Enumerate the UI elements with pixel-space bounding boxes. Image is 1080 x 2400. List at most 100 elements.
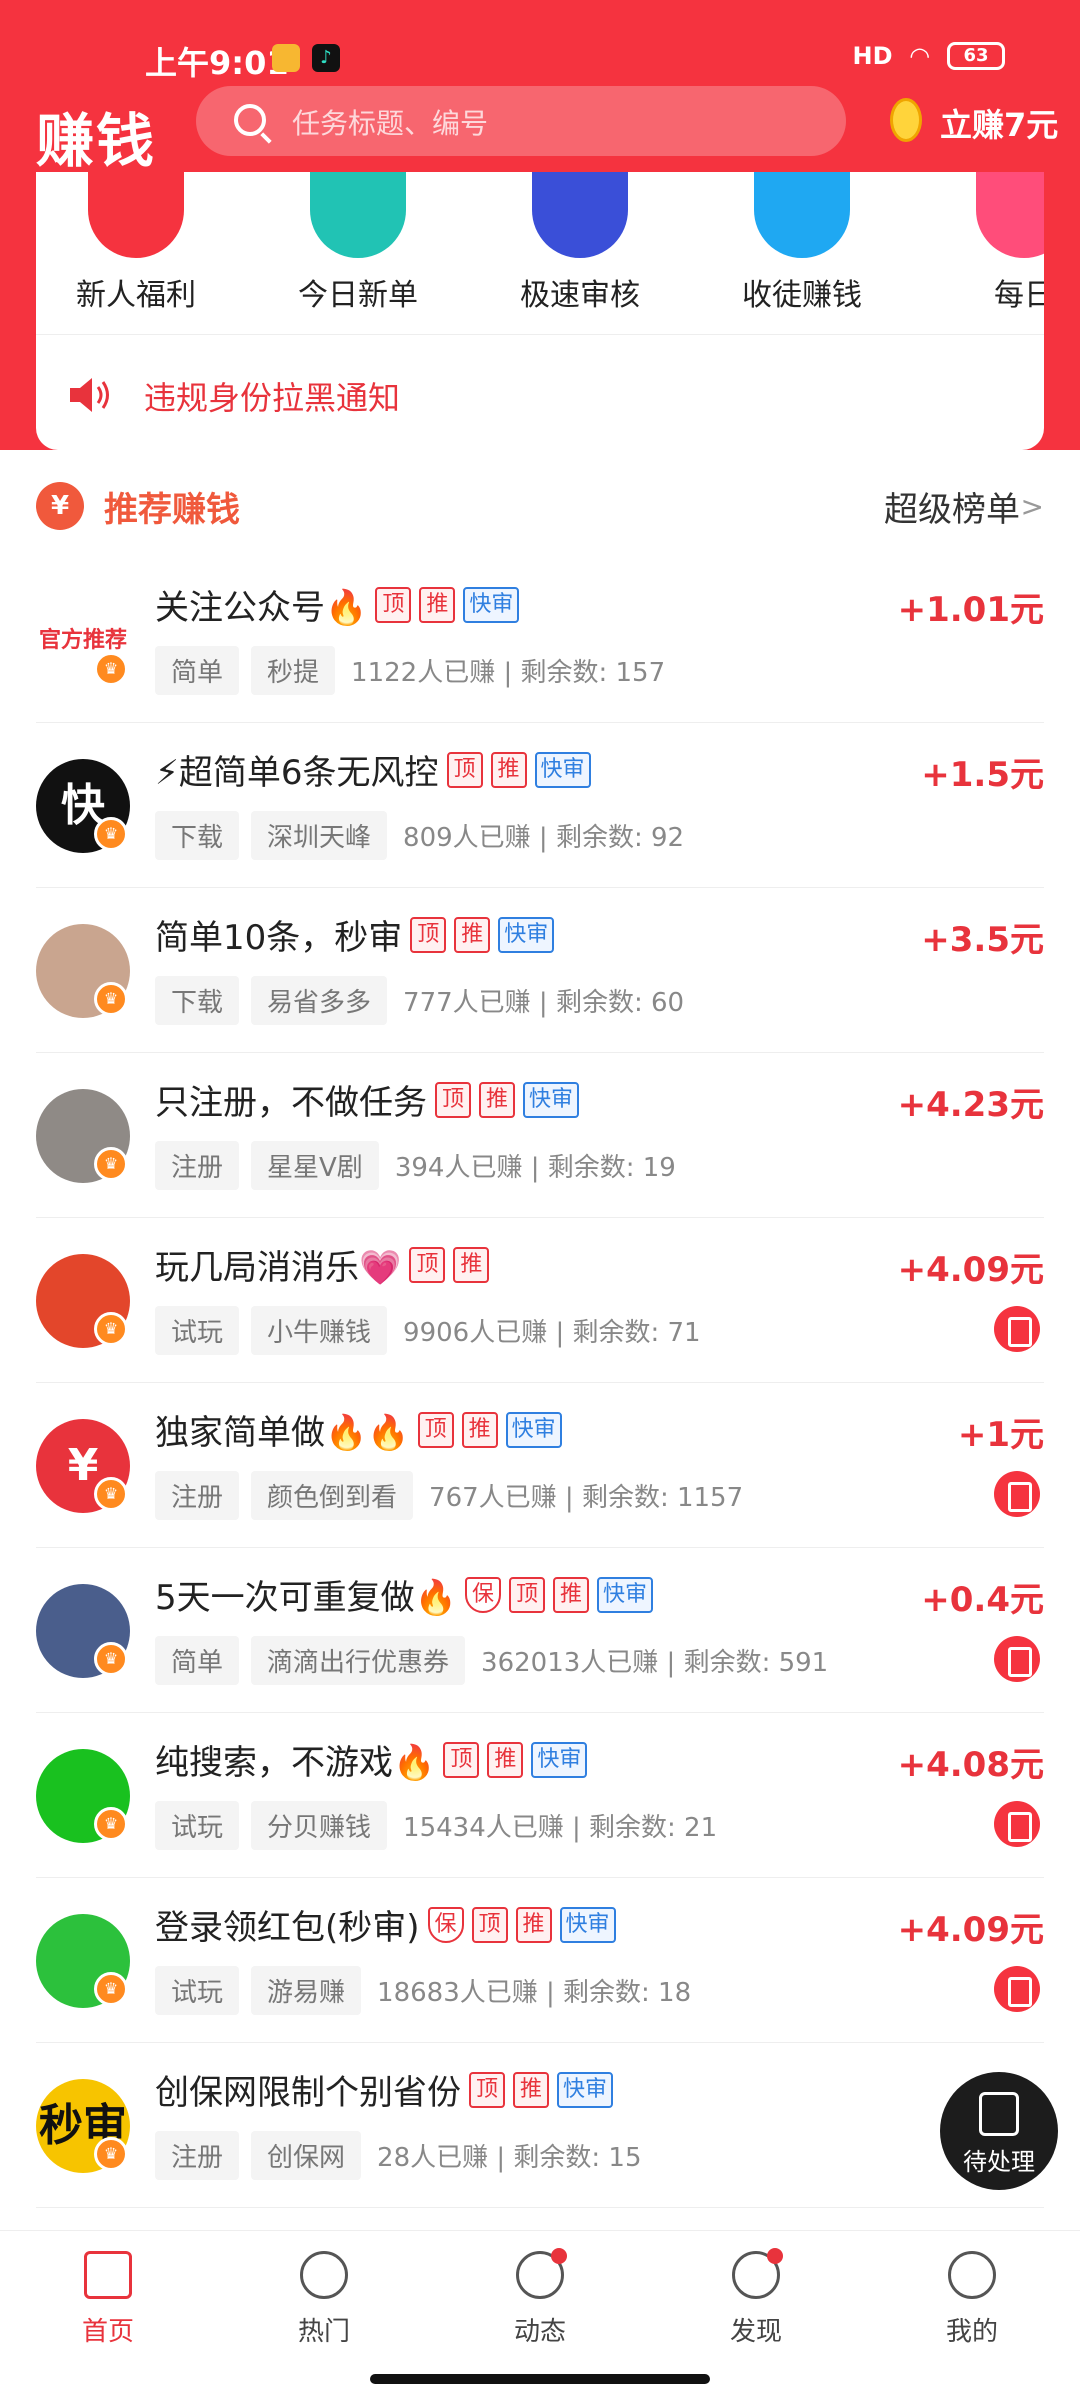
category-card: 新人福利 今日新单 极速审核 收徒赚钱 每日 违规身份拉黑通知 (36, 172, 1044, 450)
badge-recommend: 推 (552, 1576, 589, 1613)
category-2[interactable]: 今日新单 (258, 172, 458, 314)
task-type-tag: 下载 (155, 811, 240, 860)
task-reward: +0.4元 (921, 1580, 1044, 1620)
task-tags: 注册 创保网 28人已赚 | 剩余数: 15 (155, 2131, 642, 2180)
app-logo: 赚钱 (36, 107, 157, 175)
red-envelope-icon (88, 172, 184, 258)
task-title: ⚡超简单6条无风控顶推快审 (155, 745, 591, 794)
task-row[interactable]: ♛ 5天一次可重复做🔥 保顶推快审 简单 滴滴出行优惠券 362013人已赚 | 剩余数:… (0, 1548, 1080, 1713)
category-4[interactable]: 收徒赚钱 (702, 172, 902, 314)
badge-top: 顶 (435, 1081, 471, 1118)
task-tags: 简单 秒提 1122人已赚 | 剩余数: 157 (155, 646, 665, 695)
pending-button[interactable]: 待处理 (940, 2072, 1058, 2190)
task-row[interactable]: ♛ 纯搜索，不游戏🔥 顶推快审 试玩 分贝赚钱 15434人已赚 | 剩余数: 21 +4.… (0, 1713, 1080, 1878)
super-ranking-link[interactable]: 超级榜单 (884, 482, 1020, 531)
category-1[interactable]: 新人福利 (36, 172, 236, 314)
clipboard-icon[interactable] (994, 1966, 1040, 2012)
clipboard-icon[interactable] (994, 1471, 1040, 1517)
task-reward: +4.23元 (897, 1085, 1044, 1125)
search-input[interactable]: 任务标题、编号 (196, 86, 846, 156)
task-row[interactable]: 快 ♛ ⚡超简单6条无风控顶推快审 下载 深圳天峰 809人已赚 | 剩余数: 92 +1.… (0, 723, 1080, 888)
home-indicator[interactable] (370, 2374, 710, 2384)
clipboard-icon[interactable] (994, 1306, 1040, 1352)
nav-item-1[interactable]: 首页 (0, 2251, 216, 2348)
clipboard-icon[interactable] (994, 1636, 1040, 1682)
badge-recommend: 推 (513, 2071, 549, 2108)
divider (36, 2207, 1044, 2208)
task-row[interactable]: ♛ 登录领红包(秒审) 保顶推快审 试玩 游易赚 18683人已赚 | 剩余数: 18 +4… (0, 1878, 1080, 2043)
task-meta: 9906人已赚 | 剩余数: 71 (403, 1318, 701, 1348)
status-time: 上午9:01 (145, 44, 289, 82)
task-title-text: 5天一次可重复做🔥 (155, 1578, 457, 1618)
badge-quick-review: 快审 (557, 2071, 614, 2108)
task-source-tag: 游易赚 (251, 1966, 362, 2015)
nav-label: 热门 (297, 2317, 350, 2347)
nav-item-3[interactable]: 动态 (432, 2248, 648, 2348)
task-type-tag: 简单 (155, 1636, 240, 1685)
notification-app-icon (272, 44, 300, 72)
badge-quick-review: 快审 (498, 916, 555, 953)
coin-icon (890, 98, 922, 142)
nav-label: 发现 (729, 2317, 782, 2347)
section-title: 推荐赚钱 (104, 490, 240, 530)
earn-now-button[interactable]: 立赚7元 (940, 100, 1058, 146)
crown-icon: ♛ (94, 1972, 128, 2006)
category-label: 极速审核 (520, 278, 640, 313)
task-row[interactable]: 秒审 ♛ 创保网限制个别省份顶推快审 注册 创保网 28人已赚 | 剩余数: 15 (0, 2043, 1080, 2208)
badge-top: 顶 (446, 751, 483, 788)
daily-icon (976, 172, 1044, 258)
badge-quick-review: 快审 (559, 1906, 616, 1943)
crown-icon: ♛ (94, 1642, 128, 1676)
task-type-tag: 下载 (155, 976, 240, 1025)
badge-quick-review: 快审 (523, 1081, 580, 1118)
task-tags: 下载 易省多多 777人已赚 | 剩余数: 60 (155, 976, 684, 1025)
task-source-tag: 颜色倒到看 (251, 1471, 414, 1520)
crown-icon: ♛ (94, 817, 128, 851)
badge-top: 顶 (508, 1576, 545, 1613)
crown-icon: ♛ (94, 652, 128, 686)
badge-top: 顶 (410, 916, 447, 953)
category-5[interactable]: 每日 (924, 172, 1044, 314)
badge-recommend: 推 (419, 586, 456, 623)
new-badge-icon (310, 172, 406, 258)
speaker-icon (70, 378, 109, 412)
pending-label: 待处理 (963, 2148, 1035, 2176)
task-meta: 777人已赚 | 剩余数: 60 (403, 988, 685, 1018)
task-title-text: 创保网限制个别省份 (155, 2073, 461, 2113)
task-row[interactable]: ♛ 玩几局消消乐💗 顶推试玩 小牛赚钱 9906人已赚 | 剩余数: 71 +4.09元 (0, 1218, 1080, 1383)
task-row[interactable]: 官方推荐 ♛ 关注公众号🔥 顶推快审 简单 秒提 1122人已赚 | 剩余数: 157 +1.… (0, 558, 1080, 723)
money-bag-icon: ¥ (36, 482, 84, 530)
task-reward: +4.08元 (897, 1745, 1044, 1785)
nav-item-2[interactable]: 热门 (216, 2251, 432, 2348)
badge-top: 顶 (409, 1246, 446, 1283)
badge-top: 顶 (375, 586, 412, 623)
task-row[interactable]: ♛ 只注册，不做任务顶推快审 注册 星星V剧 394人已赚 | 剩余数: 19 +4.23… (0, 1053, 1080, 1218)
task-type-tag: 注册 (155, 2131, 240, 2180)
clipboard-icon[interactable] (994, 1801, 1040, 1847)
battery-icon: 63 (947, 42, 1005, 70)
task-row[interactable]: ♛ 简单10条，秒审顶推快审 下载 易省多多 777人已赚 | 剩余数: 60 +3.5元 (0, 888, 1080, 1053)
task-title: 玩几局消消乐💗 顶推 (155, 1240, 490, 1289)
nav-item-4[interactable]: 发现 (648, 2248, 864, 2348)
task-title: 纯搜索，不游戏🔥 顶推快审 (155, 1735, 588, 1784)
profile-icon (948, 2251, 996, 2299)
chevron-right-icon: > (1020, 490, 1044, 523)
badge-top: 顶 (471, 1906, 508, 1943)
task-source-tag: 分贝赚钱 (251, 1801, 388, 1850)
task-meta: 1122人已赚 | 剩余数: 157 (351, 658, 666, 688)
task-title: 关注公众号🔥 顶推快审 (155, 580, 520, 629)
task-tags: 试玩 小牛赚钱 9906人已赚 | 剩余数: 71 (155, 1306, 701, 1355)
nav-item-5[interactable]: 我的 (864, 2251, 1080, 2348)
task-type-tag: 注册 (155, 1471, 240, 1520)
notice-text: 违规身份拉黑通知 (144, 379, 401, 417)
notice-bar[interactable]: 违规身份拉黑通知 (36, 334, 1044, 450)
category-3[interactable]: 极速审核 (480, 172, 680, 314)
crown-icon: ♛ (94, 2137, 128, 2171)
task-reward: +4.09元 (897, 1910, 1044, 1950)
recruit-icon (754, 172, 850, 258)
task-row[interactable]: ¥ ♛ 独家简单做🔥🔥 顶推快审 注册 颜色倒到看 767人已赚 | 剩余数: 1157 +1… (0, 1383, 1080, 1548)
category-label: 每日 (994, 278, 1044, 313)
task-source-tag: 创保网 (251, 2131, 362, 2180)
task-reward: +3.5元 (921, 920, 1044, 960)
task-type-tag: 注册 (155, 1141, 240, 1190)
